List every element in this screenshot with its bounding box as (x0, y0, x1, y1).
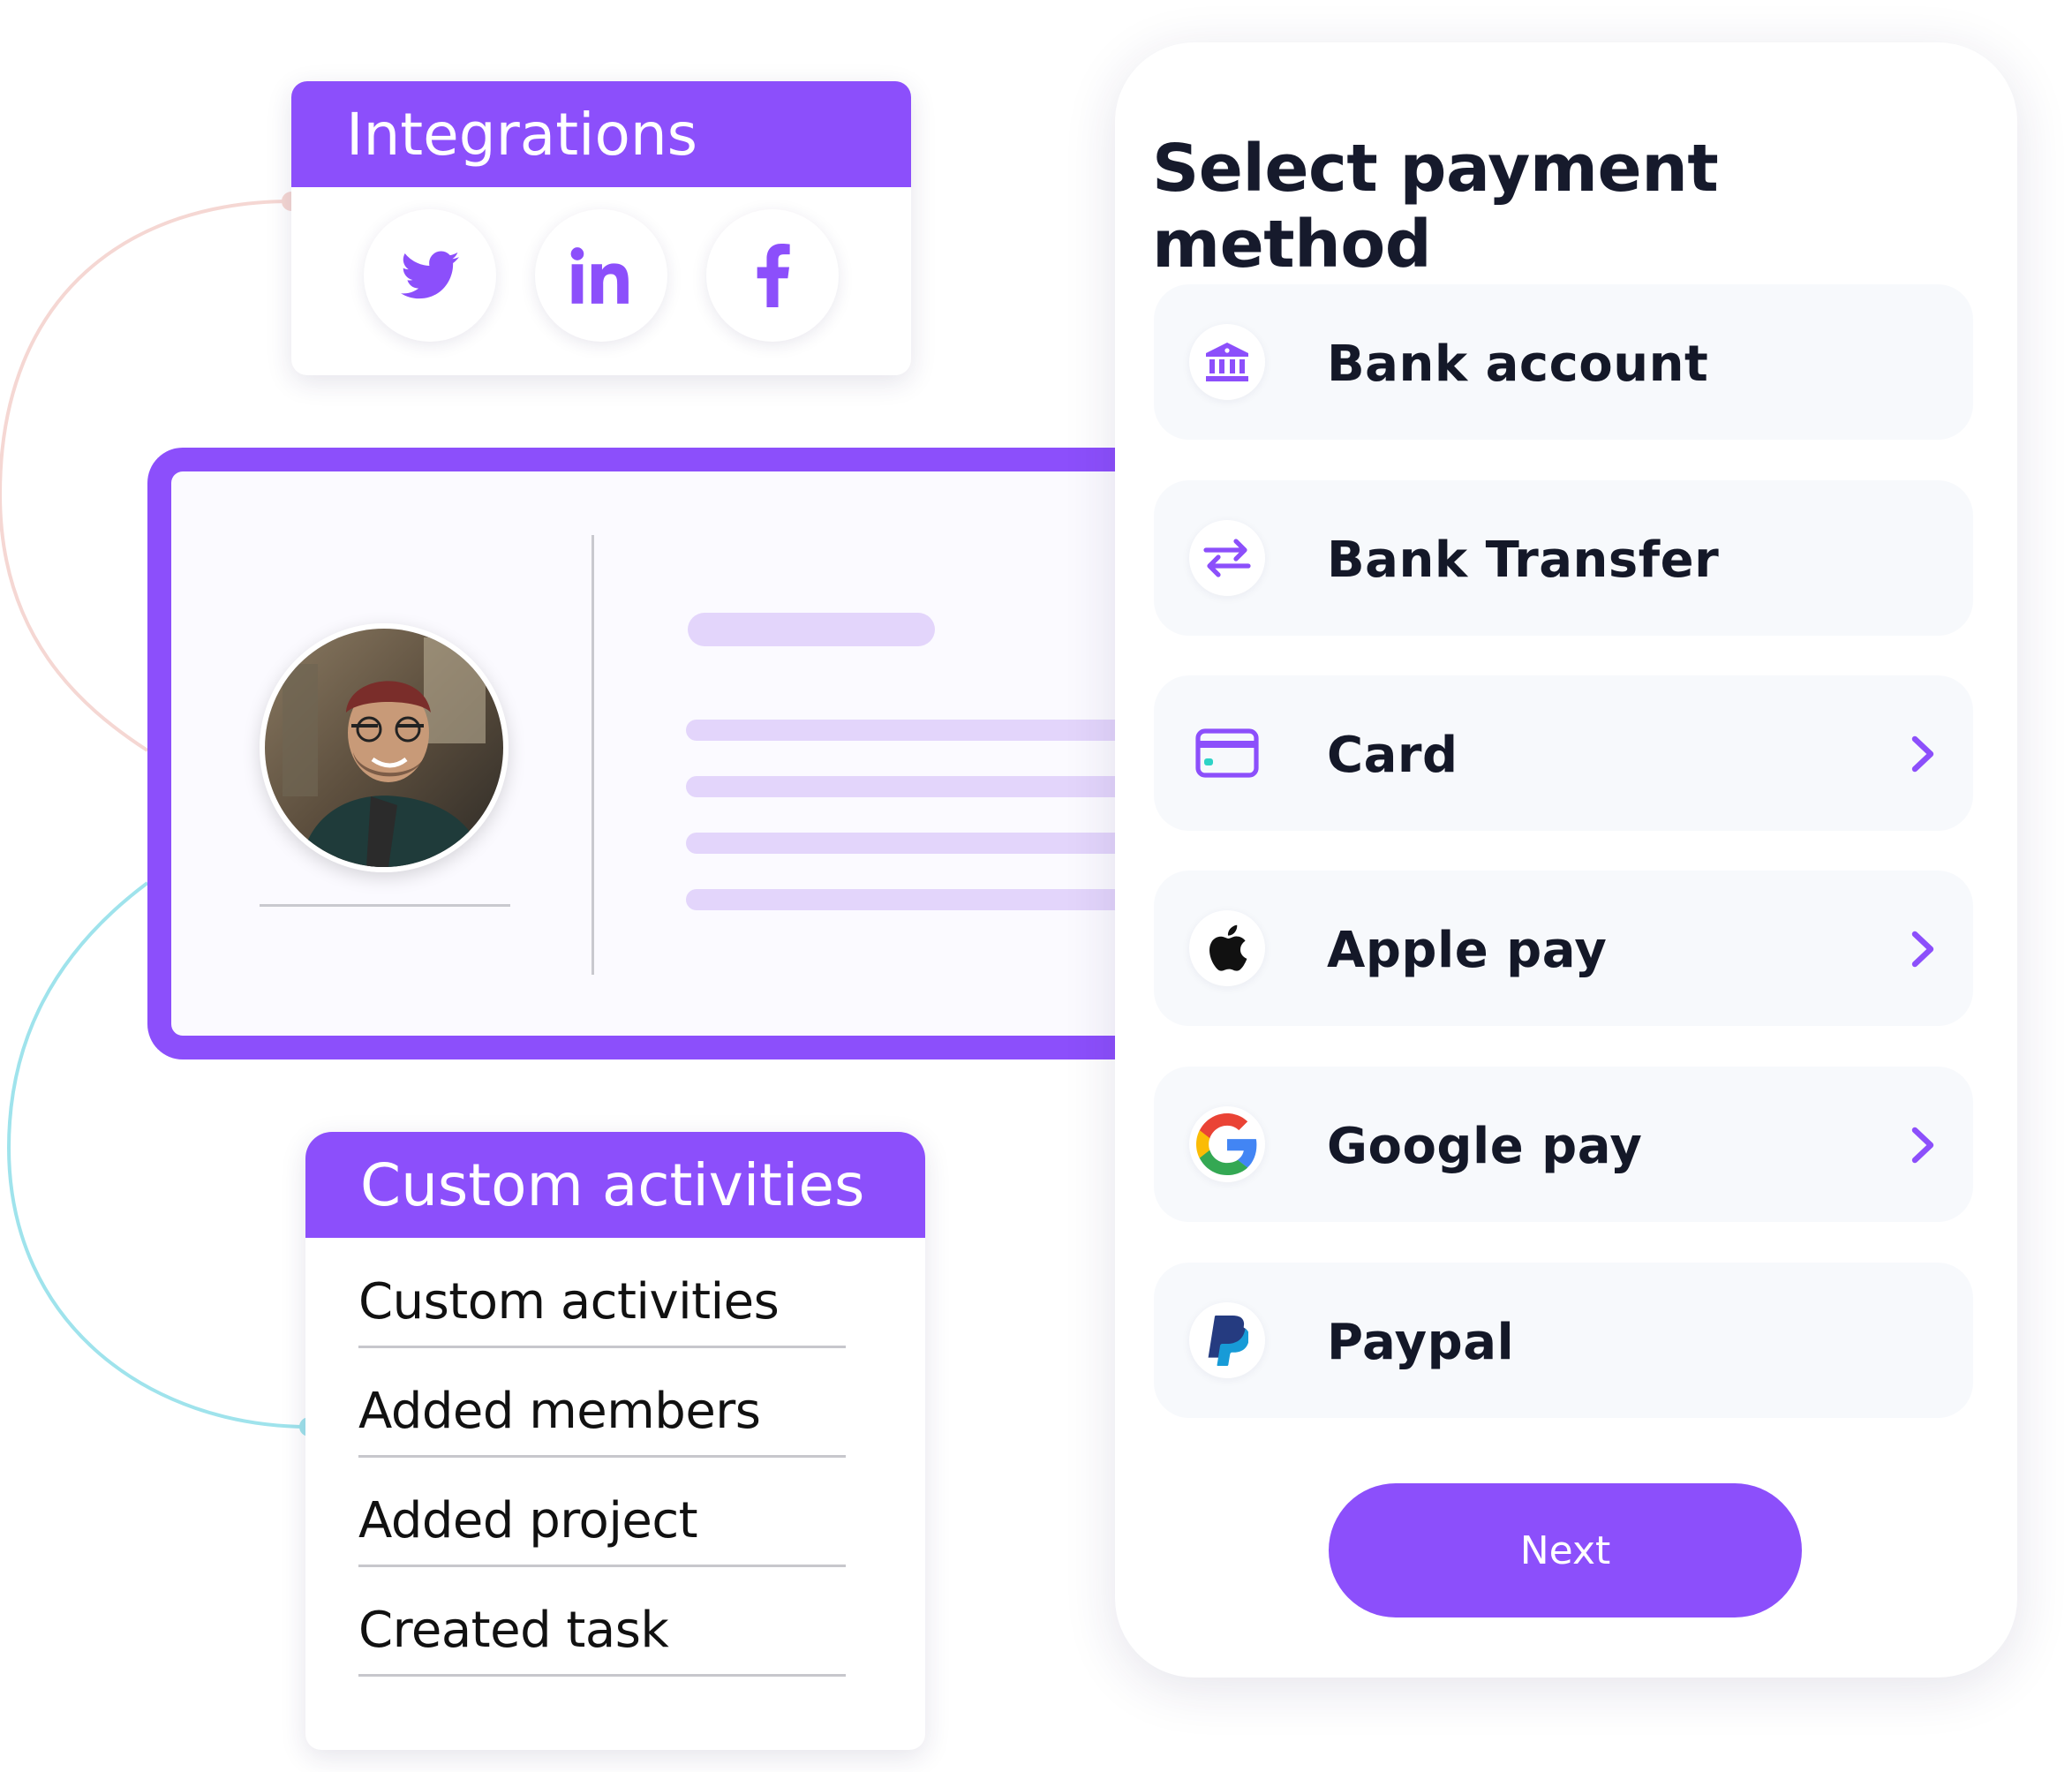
list-item[interactable]: Custom activities (358, 1264, 846, 1374)
payment-option-google-pay[interactable]: Google pay (1154, 1067, 1973, 1222)
page-title: Select payment method (1152, 131, 1719, 283)
bank-icon (1189, 324, 1265, 400)
list-item-label: Added members (358, 1383, 761, 1440)
integrations-card: Integrations (291, 81, 911, 375)
avatar-underline (260, 904, 510, 907)
skeleton-line (686, 833, 1163, 854)
chevron-right-icon (1911, 931, 1934, 968)
list-item-label: Added project (358, 1492, 698, 1550)
option-label: Paypal (1327, 1314, 1515, 1371)
item-divider (358, 1455, 846, 1458)
payment-panel: Select payment method Bank account Bank … (1115, 42, 2017, 1678)
payment-option-paypal[interactable]: Paypal (1154, 1263, 1973, 1418)
skeleton-line (686, 720, 1163, 741)
list-item[interactable]: Created task (358, 1593, 846, 1702)
item-divider (358, 1674, 846, 1677)
google-icon (1189, 1106, 1265, 1182)
linkedin-icon (570, 247, 629, 304)
skeleton-title (688, 613, 935, 646)
skeleton-line (686, 776, 1163, 797)
list-item[interactable]: Added project (358, 1483, 846, 1593)
activities-list: Custom activities Added members Added pr… (358, 1264, 846, 1702)
avatar (260, 623, 509, 872)
list-item-label: Custom activities (358, 1273, 780, 1331)
facebook-button[interactable] (706, 209, 839, 342)
list-item-label: Created task (358, 1602, 669, 1659)
twitter-button[interactable] (364, 209, 496, 342)
payment-option-bank-account[interactable]: Bank account (1154, 284, 1973, 440)
facebook-icon (757, 244, 790, 307)
option-label: Bank Transfer (1327, 532, 1720, 589)
option-label: Card (1327, 727, 1458, 784)
integrations-icons (291, 209, 911, 351)
paypal-icon (1189, 1302, 1265, 1378)
custom-activities-card: Custom activities Custom activities Adde… (305, 1132, 925, 1750)
integrations-title: Integrations (346, 100, 698, 169)
payment-option-card[interactable]: Card (1154, 675, 1973, 831)
chevron-right-icon (1911, 1127, 1934, 1164)
linkedin-button[interactable] (535, 209, 667, 342)
vertical-divider (591, 535, 594, 975)
custom-activities-title: Custom activities (360, 1150, 865, 1219)
card-icon (1189, 715, 1265, 791)
list-item[interactable]: Added members (358, 1374, 846, 1483)
twitter-icon (401, 251, 459, 299)
custom-activities-header: Custom activities (305, 1132, 925, 1238)
profile-window (147, 448, 1163, 1059)
transfer-icon (1189, 520, 1265, 596)
option-label: Apple pay (1327, 922, 1608, 979)
payment-option-apple-pay[interactable]: Apple pay (1154, 871, 1973, 1026)
next-button[interactable]: Next (1329, 1483, 1802, 1617)
item-divider (358, 1565, 846, 1567)
payment-option-bank-transfer[interactable]: Bank Transfer (1154, 480, 1973, 636)
option-label: Google pay (1327, 1118, 1643, 1175)
skeleton-line (686, 889, 1163, 910)
option-label: Bank account (1327, 336, 1709, 393)
chevron-right-icon (1911, 735, 1934, 773)
integrations-header: Integrations (291, 81, 911, 187)
item-divider (358, 1346, 846, 1348)
apple-icon (1189, 910, 1265, 986)
